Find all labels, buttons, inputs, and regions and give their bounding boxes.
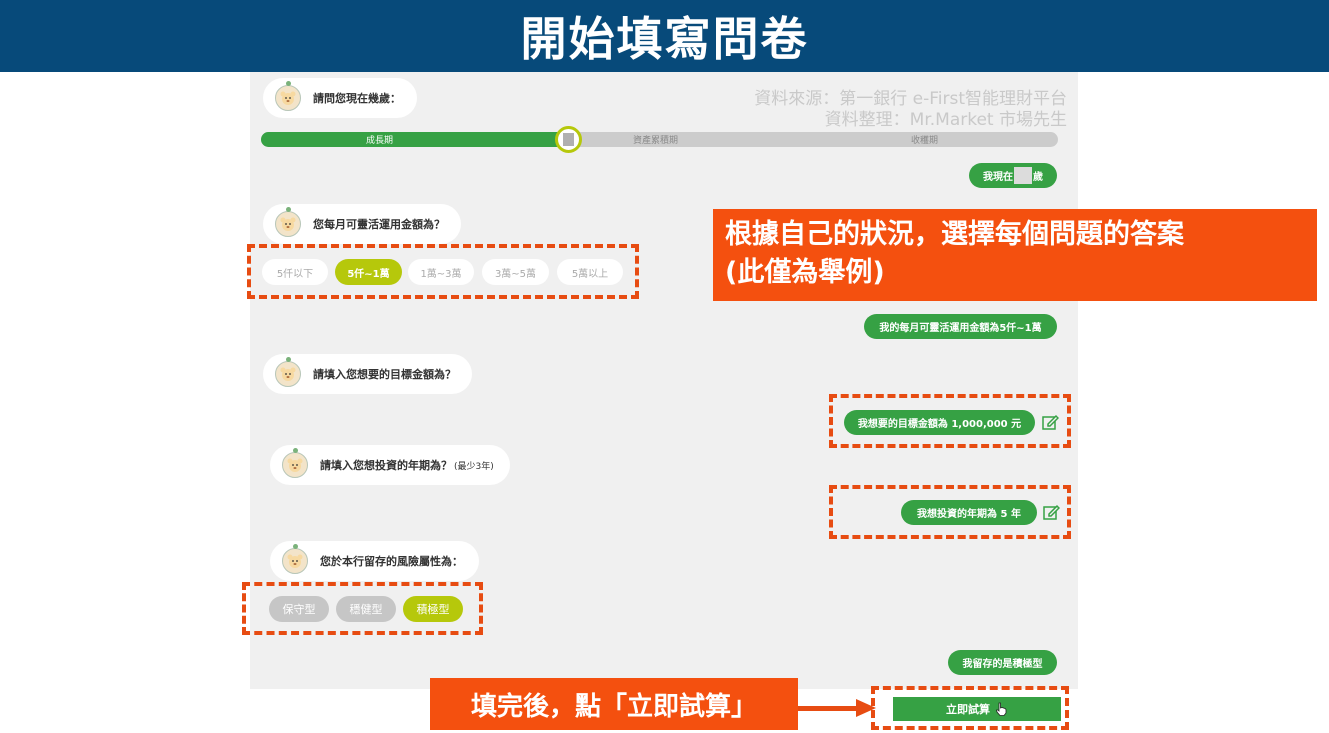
- question-age-text: 請問您現在幾歲：: [313, 92, 401, 105]
- progress-knob[interactable]: [554, 126, 582, 153]
- answer-risk-bubble: 我留存的是積極型: [948, 650, 1057, 675]
- highlight-risk-options: [242, 582, 483, 635]
- age-blank-field[interactable]: [1014, 167, 1032, 184]
- answer-age-bubble: 我現在 歲: [969, 163, 1057, 188]
- highlight-years-answer: [829, 485, 1071, 539]
- question-years-hint: (最少3年): [454, 461, 494, 472]
- question-risk-text: 您於本行留存的風險屬性為：: [320, 555, 463, 568]
- highlight-calculate-button: [871, 686, 1069, 730]
- bear-avatar-icon: [282, 448, 308, 478]
- callout-line-1: 根據自己的狀況，選擇每個問題的答案: [725, 219, 1184, 250]
- stage-label-accumulation: 資產累積期: [633, 136, 679, 146]
- question-monthly-bubble: 您每月可靈活運用金額為？: [263, 204, 461, 244]
- stage-label-growth: 成長期: [366, 136, 394, 146]
- bear-avatar-icon: [282, 544, 308, 574]
- question-risk-bubble: 您於本行留存的風險屬性為：: [270, 541, 479, 581]
- question-years-bubble: 請填入您想投資的年期為？ (最少3年): [270, 445, 510, 485]
- answer-age-suffix: 歲: [1033, 172, 1043, 183]
- header-banner: 開始填寫問卷: [0, 0, 1329, 72]
- page-title: 開始填寫問卷: [520, 12, 809, 66]
- question-target-text: 請填入您想要的目標金額為？: [313, 368, 456, 381]
- question-years-text: 請填入您想投資的年期為？: [320, 459, 452, 472]
- source-note-author: 資料整理：Mr.Market 市場先生: [824, 110, 1067, 130]
- callout-line-2: (此僅為舉例): [725, 257, 885, 288]
- bear-avatar-icon: [275, 81, 301, 111]
- calculate-instruction-callout: 填完後，點「立即試算」: [430, 678, 798, 730]
- progress-fill: [261, 132, 568, 147]
- bear-avatar-icon: [275, 207, 301, 237]
- highlight-monthly-options: [247, 244, 639, 299]
- question-monthly-text: 您每月可靈活運用金額為？: [313, 218, 445, 231]
- life-stage-progress: 成長期 資產累積期 收穫期: [261, 126, 1058, 153]
- stage-label-harvest: 收穫期: [911, 136, 939, 146]
- instruction-callout: 根據自己的狀況，選擇每個問題的答案 (此僅為舉例): [713, 209, 1317, 301]
- arrow-right-icon: [798, 699, 876, 717]
- question-target-bubble: 請填入您想要的目標金額為？: [263, 354, 472, 394]
- answer-age-prefix: 我現在: [983, 172, 1013, 183]
- question-age-bubble: 請問您現在幾歲：: [263, 78, 417, 118]
- bear-avatar-icon: [275, 357, 301, 387]
- answer-monthly-bubble: 我的每月可靈活運用金額為5仟~1萬: [864, 314, 1057, 339]
- highlight-target-answer: [829, 394, 1071, 448]
